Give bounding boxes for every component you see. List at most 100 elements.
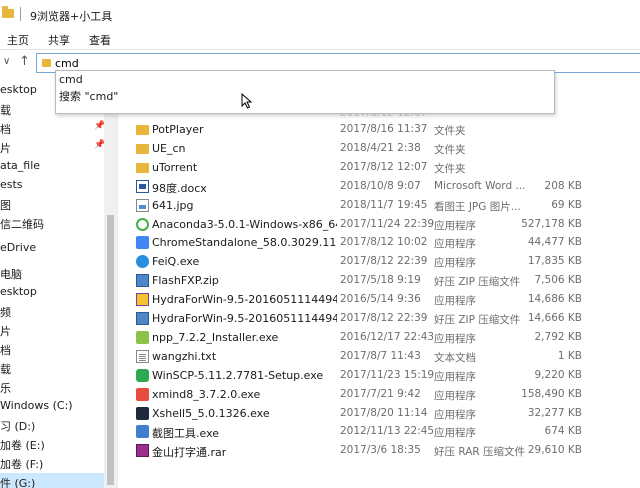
- file-date: 2017/5/18 9:19: [340, 274, 421, 287]
- file-row[interactable]: PotPlayer 2017/8/16 11:37 文件夹: [130, 120, 600, 139]
- sidebar-item[interactable]: 频: [0, 302, 105, 321]
- file-type: 应用程序: [434, 332, 476, 345]
- file-size: 208 KB: [544, 179, 582, 192]
- address-input[interactable]: [55, 55, 455, 71]
- winscp-icon: [136, 368, 149, 382]
- file-type: 好压 ZIP 压缩文件: [434, 276, 521, 289]
- file-row[interactable]: 截图工具.exe 2012/11/13 22:45 应用程序 674 KB: [130, 422, 600, 441]
- navigation-pane: esktop 载档 📌 片 📌 ata_file ests 图信二维码 eDrive 电脑 eskt…: [0, 75, 117, 488]
- zip-archive-icon: [136, 274, 149, 288]
- file-row[interactable]: wangzhi.txt 2017/8/7 11:43 文本文档 1 KB: [130, 347, 600, 366]
- sidebar-item[interactable]: esktop: [0, 283, 105, 302]
- file-type: 看图王 JPG 图片...: [434, 200, 521, 213]
- sidebar-item[interactable]: 信二维码: [0, 214, 105, 233]
- file-row[interactable]: 金山打字通.rar 2017/3/6 18:35 好压 RAR 压缩文件 29,610…: [130, 441, 600, 460]
- file-type: Microsoft Word ...: [434, 179, 526, 192]
- file-date: 2017/8/12 22:39: [340, 312, 428, 324]
- sidebar-item[interactable]: 档 📌: [0, 119, 105, 138]
- file-name: HydraForWin-9.5-20160511144948.e...: [152, 293, 337, 307]
- sidebar-item[interactable]: 习 (D:): [0, 416, 105, 435]
- file-type: 好压 RAR 压缩文件: [434, 446, 526, 459]
- file-date: 2017/8/12 12:07: [340, 160, 428, 173]
- file-type: 应用程序: [434, 408, 476, 421]
- sidebar-item-label: 加卷 (E:): [0, 439, 45, 452]
- file-row[interactable]: Xshell5_5.0.1326.exe 2017/8/20 11:14 应用程序 3…: [130, 404, 600, 423]
- sidebar-item-label: 件 (G:): [0, 477, 36, 488]
- file-date: 2018/10/8 9:07: [340, 179, 421, 192]
- file-row[interactable]: ChromeStandalone_58.0.3029.110_S...2017/…: [130, 233, 600, 252]
- sidebar-item[interactable]: 载: [0, 359, 105, 378]
- file-date: 2018/11/7 19:45: [340, 198, 428, 211]
- ribbon-tabs: 主页 共享 查看: [0, 28, 640, 50]
- tab-home[interactable]: 主页: [7, 32, 29, 48]
- sidebar-item-label: 片: [0, 325, 11, 338]
- sidebar-item-label: 习 (D:): [0, 420, 36, 433]
- address-suggestions: cmd 搜索 "cmd": [55, 70, 555, 114]
- file-size: 14,666 KB: [527, 312, 582, 324]
- sidebar-item[interactable]: 档: [0, 340, 105, 359]
- file-row[interactable]: Anaconda3-5.0.1-Windows-x86_64 (...2017/…: [130, 215, 600, 234]
- sidebar-item-label: ests: [0, 178, 23, 191]
- sidebar-item[interactable]: 片 📌: [0, 138, 105, 157]
- sidebar-scrollbar[interactable]: [104, 75, 117, 488]
- file-row[interactable]: 98度.docx 2018/10/8 9:07 Microsoft Word ...…: [130, 177, 600, 196]
- tab-view[interactable]: 查看: [89, 32, 111, 48]
- file-date: 2012/11/13 22:45: [340, 425, 435, 438]
- file-row[interactable]: npp_7.2.2_Installer.exe 2016/12/17 22:43 应…: [130, 328, 600, 347]
- notepad-plus-icon: [136, 330, 149, 344]
- tab-share[interactable]: 共享: [48, 32, 70, 48]
- file-name: 641.jpg: [152, 198, 194, 212]
- mouse-cursor-icon: [241, 93, 253, 109]
- file-row[interactable]: WinSCP-5.11.2.7781-Setup.exe 2017/11/23 1…: [130, 366, 600, 385]
- up-arrow-icon[interactable]: ↑: [19, 54, 30, 69]
- sidebar-item[interactable]: 片: [0, 321, 105, 340]
- file-name: Xshell5_5.0.1326.exe: [152, 406, 270, 420]
- sidebar-item-label: Windows (C:): [0, 399, 73, 412]
- file-type: 文件夹: [434, 162, 466, 175]
- file-date: 2017/8/12 22:39: [340, 255, 428, 268]
- suggestion-cmd[interactable]: cmd: [59, 73, 83, 86]
- recent-locations-chevron-icon[interactable]: ∨: [3, 56, 10, 67]
- file-size: 17,835 KB: [527, 255, 582, 268]
- file-type: 应用程序: [434, 219, 476, 232]
- text-file-icon: [136, 349, 149, 363]
- file-type: 文本文档: [434, 351, 476, 364]
- file-size: 527,178 KB: [521, 217, 582, 230]
- sidebar-item[interactable]: eDrive: [0, 239, 105, 258]
- sidebar-scrollbar-thumb[interactable]: [107, 215, 114, 485]
- file-name: 金山打字通.rar: [152, 446, 227, 460]
- sidebar-item[interactable]: 加卷 (E:): [0, 435, 105, 454]
- file-size: 158,490 KB: [521, 387, 582, 400]
- file-type: 文件夹: [434, 125, 466, 137]
- sidebar-item[interactable]: 加卷 (F:): [0, 454, 105, 473]
- file-row[interactable]: 641.jpg 2018/11/7 19:45 看图王 JPG 图片... 69 KB: [130, 196, 600, 215]
- zip-archive-icon: [136, 312, 149, 325]
- sidebar-item[interactable]: ests: [0, 176, 105, 195]
- sidebar-item[interactable]: Windows (C:): [0, 397, 105, 416]
- sidebar-item[interactable]: 乐: [0, 378, 105, 397]
- file-row[interactable]: xmind8_3.7.2.0.exe 2017/7/21 9:42 应用程序 158,…: [130, 385, 600, 404]
- file-size: 32,277 KB: [527, 406, 582, 419]
- file-row[interactable]: FlashFXP.zip 2017/5/18 9:19 好压 ZIP 压缩文件 7,5…: [130, 271, 600, 290]
- file-name: HydraForWin-9.5-20160511144948.zip: [152, 312, 337, 325]
- file-row[interactable]: UE_cn 2018/4/21 2:38 文件夹: [130, 139, 600, 158]
- sidebar-item-label: 频: [0, 306, 11, 319]
- sidebar-item[interactable]: 件 (G:): [0, 473, 104, 488]
- pane-divider[interactable]: [117, 75, 118, 488]
- file-name: wangzhi.txt: [152, 349, 217, 363]
- file-date: 2017/8/20 11:14: [340, 406, 428, 419]
- sidebar-item[interactable]: 图: [0, 195, 105, 214]
- file-type: 应用程序: [434, 295, 476, 308]
- sidebar-item-label: 图: [0, 199, 11, 212]
- sidebar-item[interactable]: 电脑: [0, 264, 105, 283]
- file-row[interactable]: HydraForWin-9.5-20160511144948.zip2017/8…: [130, 309, 600, 328]
- suggestion-search-cmd[interactable]: 搜索 "cmd": [59, 88, 118, 104]
- sidebar-item-label: ata_file: [0, 159, 41, 172]
- file-date: 2018/4/21 2:38: [340, 141, 421, 154]
- file-row[interactable]: uTorrent 2017/8/12 12:07 文件夹: [130, 158, 600, 177]
- file-row[interactable]: HydraForWin-9.5-20160511144948.e...2016/…: [130, 290, 600, 309]
- file-size: 9,220 KB: [534, 368, 583, 381]
- sidebar-item[interactable]: ata_file: [0, 157, 105, 176]
- file-row[interactable]: FeiQ.exe 2017/8/12 22:39 应用程序 17,835 KB: [130, 252, 600, 271]
- word-document-icon: [136, 179, 149, 193]
